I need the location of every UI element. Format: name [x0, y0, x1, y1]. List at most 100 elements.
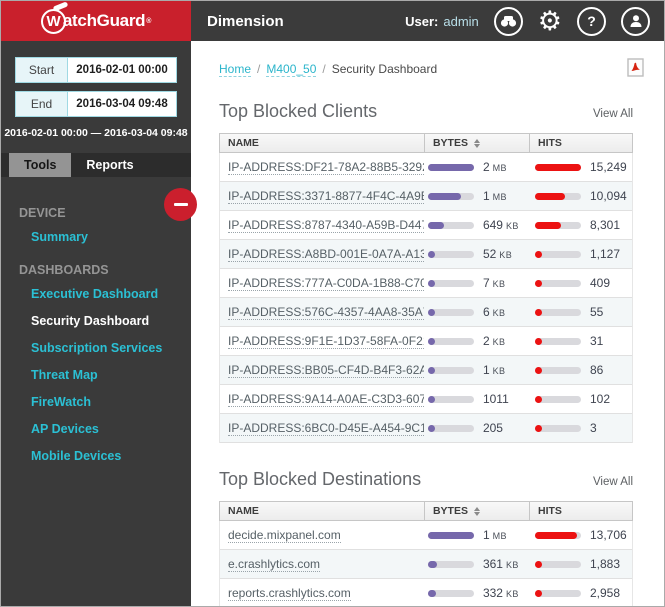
bytes-bar [428, 164, 474, 171]
table-header: NAME BYTES HITS [219, 501, 633, 521]
sidebar-item-subscription-services[interactable]: Subscription Services [19, 334, 191, 361]
hits-value: 86 [590, 363, 603, 377]
column-header-name[interactable]: NAME [220, 134, 424, 152]
view-all-link[interactable]: View All [593, 108, 633, 120]
view-all-link[interactable]: View All [593, 476, 633, 488]
sidebar-collapse-button[interactable] [164, 188, 197, 221]
sidebar: Start 2016-02-01 00:00 End 2016-03-04 09… [1, 41, 191, 606]
blocked-name-link[interactable]: IP-ADDRESS:9A14-A0AE-C3D3-607C-F10... [228, 392, 424, 407]
hits-bar [535, 251, 581, 258]
bytes-value: 52KB [483, 247, 512, 261]
sidebar-item-executive-dashboard[interactable]: Executive Dashboard [19, 280, 191, 307]
column-header-bytes[interactable]: BYTES [424, 134, 529, 152]
hits-bar-fill [535, 425, 542, 432]
blocked-name-link[interactable]: IP-ADDRESS:777A-C0DA-1B88-C702-774... [228, 276, 424, 291]
bytes-bar-fill [428, 280, 435, 287]
tab-tools[interactable]: Tools [9, 153, 71, 177]
blocked-name-link[interactable]: IP-ADDRESS:9F1E-1D37-58FA-0F21-C5B... [228, 334, 424, 349]
sort-icon [474, 139, 480, 148]
blocked-name-link[interactable]: IP-ADDRESS:3371-8877-4F4C-4A9E-C32... [228, 189, 424, 204]
hits-bar-fill [535, 532, 577, 539]
column-header-hits[interactable]: HITS [529, 134, 632, 152]
sidebar-item-firewatch[interactable]: FireWatch [19, 388, 191, 415]
hits-value: 1,883 [590, 557, 620, 571]
bytes-value: 205 [483, 421, 503, 435]
nav-section-title-dashboards: DASHBOARDS [19, 263, 191, 277]
minus-icon [174, 203, 188, 207]
blocked-name-link[interactable]: IP-ADDRESS:DF21-78A2-88B5-3292-71A... [228, 160, 424, 175]
bytes-bar-fill [428, 396, 435, 403]
hits-bar-fill [535, 193, 565, 200]
blocked-name-link[interactable]: decide.mixpanel.com [228, 528, 341, 543]
start-label: Start [16, 58, 68, 82]
blocked-name-link[interactable]: IP-ADDRESS:6BC0-D45E-A454-9C14-201... [228, 421, 424, 436]
blocked-name-link[interactable]: IP-ADDRESS:A8BD-001E-0A7A-A130-4A3... [228, 247, 424, 262]
table-row: IP-ADDRESS:3371-8877-4F4C-4A9E-C32...1MB… [220, 182, 632, 211]
bytes-bar [428, 590, 474, 597]
bytes-value: 6KB [483, 305, 506, 319]
watchguard-logo: WatchGuard® [1, 1, 191, 41]
hits-bar-fill [535, 280, 542, 287]
start-date-box: Start 2016-02-01 00:00 [15, 57, 177, 83]
bytes-bar [428, 425, 474, 432]
blocked-name-link[interactable]: IP-ADDRESS:8787-4340-A59B-D447-B4A... [228, 218, 424, 233]
sidebar-item-threat-map[interactable]: Threat Map [19, 361, 191, 388]
byte-unit: KB [493, 279, 506, 289]
end-date-input[interactable]: 2016-03-04 09:48 [68, 92, 176, 116]
sidebar-item-summary[interactable]: Summary [19, 223, 191, 250]
table-row: IP-ADDRESS:576C-4357-4AA8-35A7-9C8... 6KB… [220, 298, 632, 327]
table-row: IP-ADDRESS:6BC0-D45E-A454-9C14-201... 205… [220, 414, 632, 443]
hits-bar [535, 561, 581, 568]
bytes-value: 7KB [483, 276, 506, 290]
bytes-bar-fill [428, 251, 435, 258]
bytes-bar-fill [428, 222, 445, 229]
breadcrumb-current: Security Dashboard [332, 62, 437, 76]
column-header-hits[interactable]: HITS [529, 502, 632, 520]
sidebar-item-security-dashboard[interactable]: Security Dashboard [19, 307, 191, 334]
byte-unit: KB [493, 337, 506, 347]
help-icon[interactable]: ? [577, 7, 606, 36]
sidebar-item-mobile-devices[interactable]: Mobile Devices [19, 442, 191, 469]
hits-value: 13,706 [590, 528, 627, 542]
user-account-icon[interactable] [621, 7, 650, 36]
bytes-bar-fill [428, 590, 436, 597]
table-row: e.crashlytics.com361KB1,883 [220, 550, 632, 579]
top-blocked-destinations-section: Top Blocked Destinations View All NAME B… [191, 469, 664, 606]
date-range-text: 2016-02-01 00:00 — 2016-03-04 09:48 [1, 127, 191, 139]
anonymize-binoculars-icon[interactable] [494, 7, 523, 36]
export-pdf-button[interactable] [627, 58, 644, 80]
hits-value: 8,301 [590, 218, 620, 232]
user-label: User: [405, 14, 438, 29]
blocked-name-link[interactable]: reports.crashlytics.com [228, 586, 351, 601]
blocked-name-link[interactable]: IP-ADDRESS:576C-4357-4AA8-35A7-9C8... [228, 305, 424, 320]
byte-unit: KB [493, 308, 506, 318]
table-row: IP-ADDRESS:9A14-A0AE-C3D3-607C-F10...101… [220, 385, 632, 414]
blocked-name-link[interactable]: IP-ADDRESS:BB05-CF4D-B4F3-62AA-CE1... [228, 363, 424, 378]
column-header-bytes[interactable]: BYTES [424, 502, 529, 520]
hits-bar-fill [535, 367, 542, 374]
bytes-bar [428, 193, 474, 200]
hits-value: 10,094 [590, 189, 627, 203]
top-bar: WatchGuard® Dimension User: admin ⚙ ? [1, 1, 664, 41]
bytes-bar-fill [428, 367, 435, 374]
sidebar-item-ap-devices[interactable]: AP Devices [19, 415, 191, 442]
blocked-name-link[interactable]: e.crashlytics.com [228, 557, 320, 572]
settings-gear-icon[interactable]: ⚙ [538, 8, 562, 35]
table-header: NAME BYTES HITS [219, 133, 633, 153]
hits-bar-fill [535, 164, 581, 171]
hits-value: 55 [590, 305, 603, 319]
column-header-name[interactable]: NAME [220, 502, 424, 520]
hits-bar [535, 309, 581, 316]
start-date-input[interactable]: 2016-02-01 00:00 [68, 58, 176, 82]
breadcrumb-home-link[interactable]: Home [219, 62, 251, 77]
hits-value: 1,127 [590, 247, 620, 261]
hits-bar-fill [535, 309, 542, 316]
breadcrumb-device-link[interactable]: M400_50 [266, 62, 316, 77]
bytes-bar [428, 367, 474, 374]
top-bar-main: Dimension User: admin ⚙ ? [191, 1, 664, 41]
table-row: IP-ADDRESS:DF21-78A2-88B5-3292-71A... 2MB… [220, 153, 632, 182]
logo-w-circle-icon: W [41, 9, 66, 34]
hits-bar-fill [535, 561, 542, 568]
tab-reports[interactable]: Reports [71, 153, 148, 177]
bytes-value: 2MB [483, 160, 507, 174]
